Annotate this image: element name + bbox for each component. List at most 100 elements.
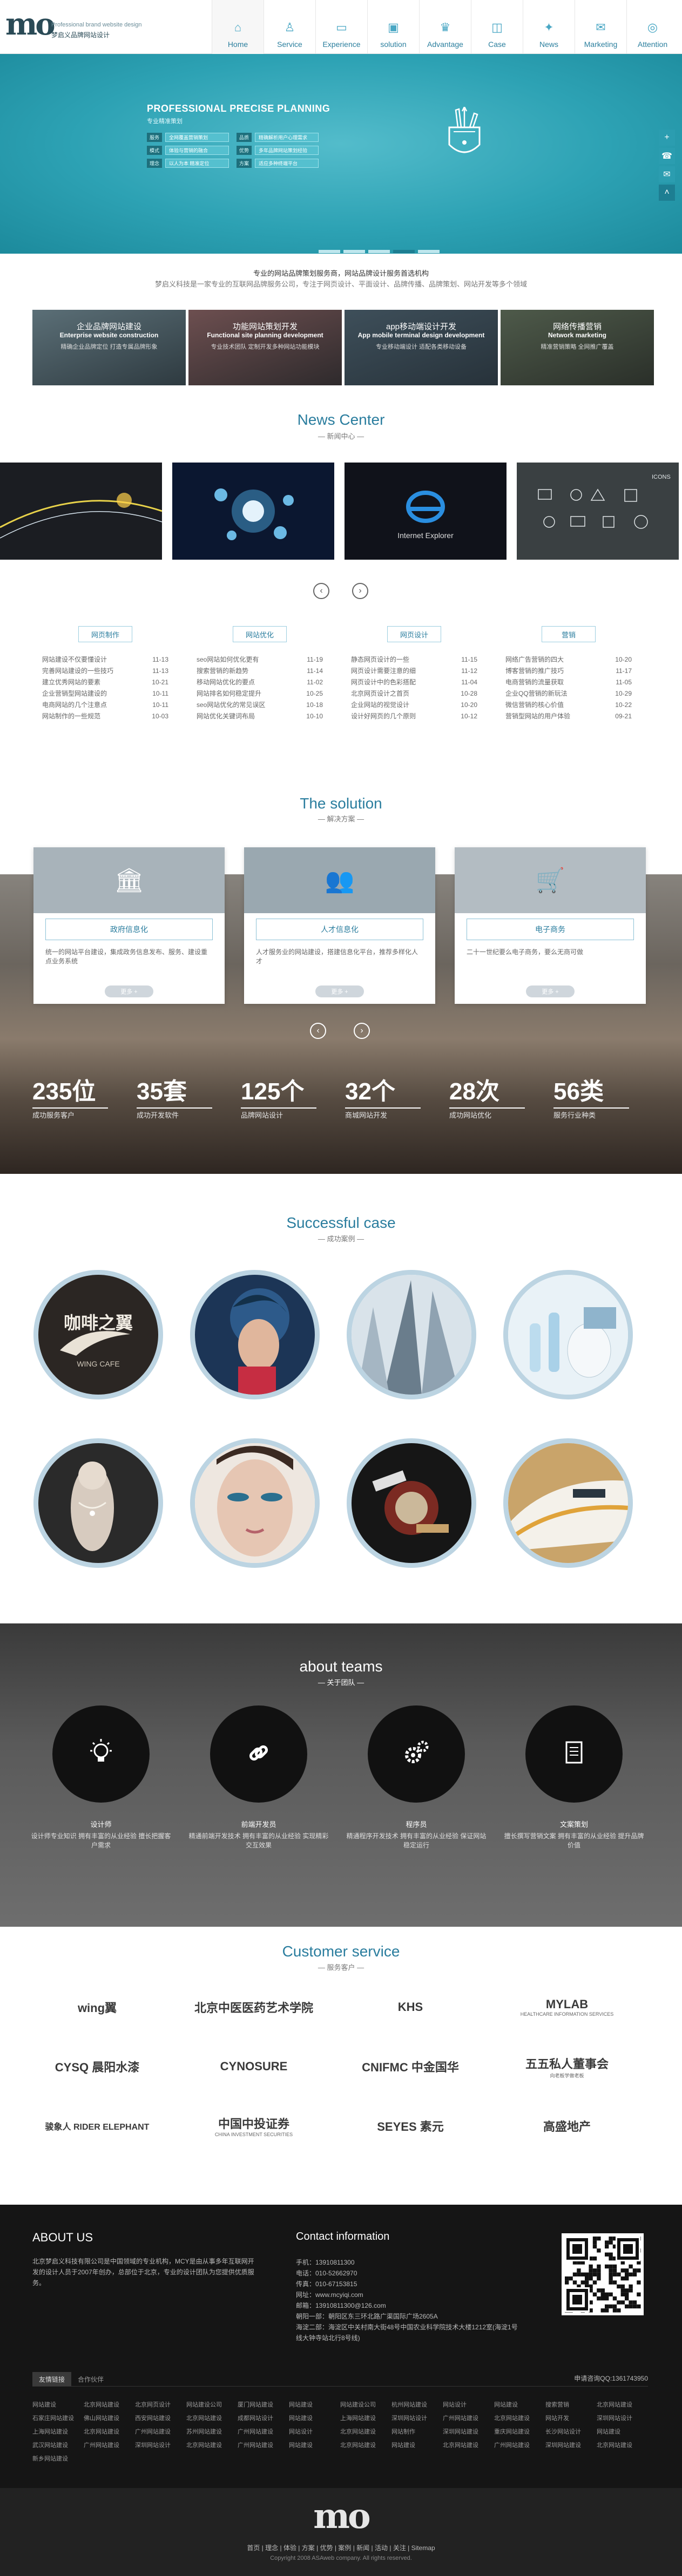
service-card[interactable]: 企业品牌网站建设 Enterprise website construction 精… (32, 310, 186, 385)
friend-link[interactable]: 北京网站建设 (597, 2441, 648, 2449)
friend-link[interactable]: 网站建设公司 (340, 2400, 391, 2409)
news-item[interactable]: 静态网页设计的一些 11-15 (351, 654, 477, 665)
case-car-parts[interactable] (347, 1438, 476, 1568)
friend-link[interactable]: 网站设计 (289, 2427, 340, 2436)
friend-link[interactable]: 网站设计 (443, 2400, 494, 2409)
friend-link[interactable]: 北京网站建设 (340, 2427, 391, 2436)
tab-partners[interactable]: 合作伙伴 (71, 2372, 110, 2386)
case-wing-cafe[interactable]: 咖啡之翼 WING CAFE (33, 1270, 163, 1399)
friend-link[interactable]: 厦门网站建设 (238, 2400, 289, 2409)
service-card[interactable]: 网络传播营销 Network marketing 精准营销策略 全网推广覆盖 (501, 310, 654, 385)
customer-logo[interactable]: CNIFMC 中金国华 (343, 2043, 478, 2090)
case-makeup[interactable] (190, 1438, 320, 1568)
customer-logo[interactable]: MYLAB HEALTHCARE INFORMATION SERVICES (499, 1983, 634, 2031)
friend-link[interactable]: 网站建设 (32, 2400, 84, 2409)
team-member-circle[interactable] (368, 1705, 465, 1803)
news-item[interactable]: 完善网站建设的一些技巧 11-13 (42, 665, 168, 677)
solution-name-button[interactable]: 人才信息化 (256, 919, 423, 940)
friend-link[interactable]: 网站建设 (289, 2441, 340, 2449)
news-item[interactable]: 网站优化关键词布局 10-10 (197, 711, 323, 722)
news-image-2[interactable] (172, 463, 334, 560)
friend-link[interactable]: 广州网站建设 (238, 2427, 289, 2436)
bottom-link[interactable]: 体验 (283, 2544, 296, 2552)
news-image-1[interactable] (0, 463, 162, 560)
solution-name-button[interactable]: 电子商务 (467, 919, 634, 940)
solution-more-button[interactable]: 更多 + (526, 985, 575, 997)
news-prev-button[interactable]: ‹ (313, 583, 329, 599)
news-item[interactable]: 网站建设不仅要懂设计 11-13 (42, 654, 168, 665)
site-logo[interactable]: mo (5, 6, 56, 42)
case-skyscraper[interactable] (347, 1270, 476, 1399)
nav-experience[interactable]: ▭ Experience (315, 0, 367, 54)
news-category-button[interactable]: 网页设计 (387, 626, 441, 642)
nav-advantage[interactable]: ♛ Advantage (419, 0, 471, 54)
add-icon[interactable]: + (659, 130, 675, 146)
friend-link[interactable]: 北京网站建设 (186, 2414, 238, 2422)
friend-link[interactable]: 苏州网站建设 (186, 2427, 238, 2436)
news-item[interactable]: 建立优秀网站的要素 10-21 (42, 677, 168, 688)
friend-link[interactable]: 成都网站设计 (238, 2414, 289, 2422)
friend-link[interactable]: 广州网站建设 (494, 2441, 545, 2449)
bottom-link[interactable]: 优势 (320, 2544, 333, 2552)
back-to-top-icon[interactable]: ˄ (659, 185, 675, 201)
customer-logo[interactable]: wing翼 (30, 1983, 165, 2031)
solution-more-button[interactable]: 更多 + (315, 985, 364, 997)
news-item[interactable]: 企业QQ营销的新玩法 10-29 (505, 688, 632, 699)
customer-logo[interactable]: KHS (343, 1983, 478, 2031)
news-image-4[interactable]: ICONS (517, 463, 679, 560)
customer-logo[interactable]: 骏象人 RIDER ELEPHANT (30, 2102, 165, 2150)
customer-logo[interactable]: 北京中医医药艺术学院 (186, 1983, 321, 2031)
solution-name-button[interactable]: 政府信息化 (45, 919, 213, 940)
customer-logo[interactable]: SEYES 素元 (343, 2102, 478, 2150)
solution-next-button[interactable]: › (354, 1023, 370, 1039)
friend-link[interactable]: 广州网站建设 (238, 2441, 289, 2449)
bottom-link[interactable]: 活动 (375, 2544, 388, 2552)
bottom-link[interactable]: 理念 (265, 2544, 278, 2552)
customer-logo[interactable]: 高盛地产 (499, 2102, 634, 2150)
news-item[interactable]: seo网站优化的常见误区 10-18 (197, 699, 323, 711)
friend-link[interactable]: 北京网站建设 (597, 2400, 648, 2409)
friend-link[interactable]: 杭州网站建设 (391, 2400, 443, 2409)
friend-link[interactable]: 深圳网站设计 (135, 2441, 186, 2449)
solution-prev-button[interactable]: ‹ (310, 1023, 326, 1039)
bottom-link[interactable]: Sitemap (411, 2544, 435, 2552)
case-laboratory[interactable] (503, 1270, 633, 1399)
news-category-button[interactable]: 营销 (542, 626, 596, 642)
nav-marketing[interactable]: ✉ Marketing (575, 0, 626, 54)
friend-link[interactable]: 西安网站建设 (135, 2414, 186, 2422)
friend-link[interactable]: 广州网站建设 (84, 2441, 135, 2449)
customer-logo[interactable]: CYNOSURE (186, 2043, 321, 2090)
friend-link[interactable]: 佛山网站建设 (84, 2414, 135, 2422)
phone-icon[interactable]: ☎ (659, 148, 675, 164)
news-item[interactable]: 电商营销的流量获取 11-05 (505, 677, 632, 688)
bottom-link[interactable]: 首页 (247, 2544, 260, 2552)
friend-link[interactable]: 广州网站建设 (135, 2427, 186, 2436)
friend-link[interactable]: 北京网页设计 (135, 2400, 186, 2409)
friend-link[interactable]: 网站建设 (289, 2414, 340, 2422)
news-item[interactable]: 博客营销的推广技巧 11-17 (505, 665, 632, 677)
news-item[interactable]: 网站排名如何稳定提升 10-25 (197, 688, 323, 699)
friend-link[interactable]: 网站建设公司 (186, 2400, 238, 2409)
team-member-circle[interactable] (525, 1705, 623, 1803)
bottom-link[interactable]: 方案 (302, 2544, 315, 2552)
news-item[interactable]: 微信营销的核心价值 10-22 (505, 699, 632, 711)
friend-link[interactable]: 重庆网站建设 (494, 2427, 545, 2436)
news-category-button[interactable]: 网页制作 (78, 626, 132, 642)
friend-link[interactable]: 北京网站建设 (340, 2441, 391, 2449)
team-member-circle[interactable] (52, 1705, 150, 1803)
slider-dot[interactable] (343, 250, 365, 253)
nav-case[interactable]: ◫ Case (471, 0, 523, 54)
team-member-circle[interactable] (210, 1705, 307, 1803)
friend-link[interactable]: 网站建设 (597, 2427, 648, 2436)
tab-friend-links[interactable]: 友情链接 (32, 2372, 72, 2386)
service-card[interactable]: app移动端设计开发 App mobile terminal design dev… (345, 310, 498, 385)
news-item[interactable]: 网页设计需要注意的细 11-12 (351, 665, 477, 677)
bottom-link[interactable]: 案例 (338, 2544, 351, 2552)
case-jewelry[interactable] (33, 1438, 163, 1568)
friend-link[interactable]: 深圳网站设计 (391, 2414, 443, 2422)
friend-link[interactable]: 网站建设 (494, 2400, 545, 2409)
friend-link[interactable]: 北京网站建设 (84, 2400, 135, 2409)
service-card[interactable]: 功能网站策划开发 Functional site planning develop… (188, 310, 342, 385)
news-next-button[interactable]: › (352, 583, 368, 599)
customer-logo[interactable]: CYSQ 晨阳水漆 (30, 2043, 165, 2090)
